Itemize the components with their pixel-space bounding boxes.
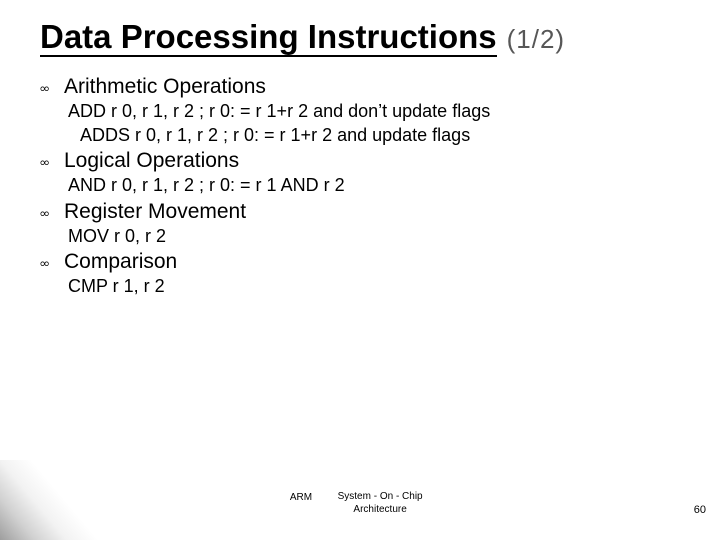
- section-register: ｡｡ Register Movement MOV r 0, r 2: [40, 200, 690, 248]
- bullet-icon: ｡｡: [40, 75, 54, 95]
- page-title-sub: (1/2): [507, 24, 565, 55]
- section-comparison: ｡｡ Comparison CMP r 1, r 2: [40, 250, 690, 298]
- title-row: Data Processing Instructions (1/2): [40, 20, 690, 57]
- heading-text: Arithmetic Operations: [64, 75, 266, 99]
- bullet-icon: ｡｡: [40, 200, 54, 220]
- heading-arithmetic: ｡｡ Arithmetic Operations: [40, 75, 690, 99]
- bullet-icon: ｡｡: [40, 250, 54, 270]
- heading-register: ｡｡ Register Movement: [40, 200, 690, 224]
- bullet-icon: ｡｡: [40, 149, 54, 169]
- code-line: ADDS r 0, r 1, r 2 ; r 0: = r 1+r 2 and …: [80, 123, 690, 147]
- code-line: MOV r 0, r 2: [68, 224, 690, 248]
- corner-shadow-decoration: [0, 460, 130, 540]
- code-line: AND r 0, r 1, r 2 ; r 0: = r 1 AND r 2: [68, 173, 690, 197]
- section-logical: ｡｡ Logical Operations AND r 0, r 1, r 2 …: [40, 149, 690, 197]
- heading-text: Logical Operations: [64, 149, 239, 173]
- content: ｡｡ Arithmetic Operations ADD r 0, r 1, r…: [40, 75, 690, 298]
- heading-comparison: ｡｡ Comparison: [40, 250, 690, 274]
- page-title-main: Data Processing Instructions: [40, 20, 497, 57]
- slide-number: 60: [694, 504, 706, 516]
- section-arithmetic: ｡｡ Arithmetic Operations ADD r 0, r 1, r…: [40, 75, 690, 148]
- footer-center: ARM System - On - Chip Architecture: [290, 491, 430, 516]
- footer-arch: System - On - Chip Architecture: [330, 491, 430, 516]
- heading-text: Comparison: [64, 250, 177, 274]
- heading-text: Register Movement: [64, 200, 246, 224]
- code-line: ADD r 0, r 1, r 2 ; r 0: = r 1+r 2 and d…: [68, 99, 690, 123]
- footer-arm: ARM: [290, 492, 312, 503]
- slide: Data Processing Instructions (1/2) ｡｡ Ar…: [0, 0, 720, 540]
- heading-logical: ｡｡ Logical Operations: [40, 149, 690, 173]
- code-line: CMP r 1, r 2: [68, 274, 690, 298]
